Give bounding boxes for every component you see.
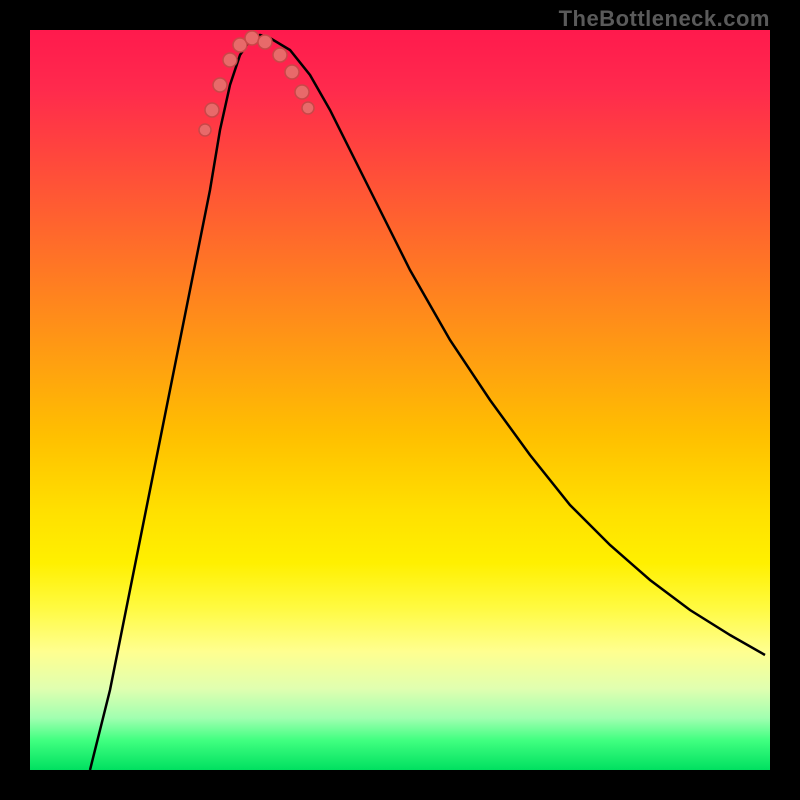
curve-marker: [258, 35, 272, 49]
curve-marker: [295, 85, 309, 99]
plot-area: [30, 30, 770, 770]
curve-marker: [302, 102, 314, 114]
bottleneck-curve: [90, 35, 765, 770]
bottleneck-curve-svg: [30, 30, 770, 770]
curve-marker: [273, 48, 287, 62]
chart-frame: TheBottleneck.com: [0, 0, 800, 800]
watermark-text: TheBottleneck.com: [559, 6, 770, 32]
curve-marker: [285, 65, 299, 79]
curve-marker: [205, 103, 219, 117]
curve-marker: [199, 124, 211, 136]
curve-marker: [245, 31, 259, 45]
curve-markers: [199, 31, 314, 136]
curve-marker: [223, 53, 237, 67]
curve-marker: [213, 78, 227, 92]
